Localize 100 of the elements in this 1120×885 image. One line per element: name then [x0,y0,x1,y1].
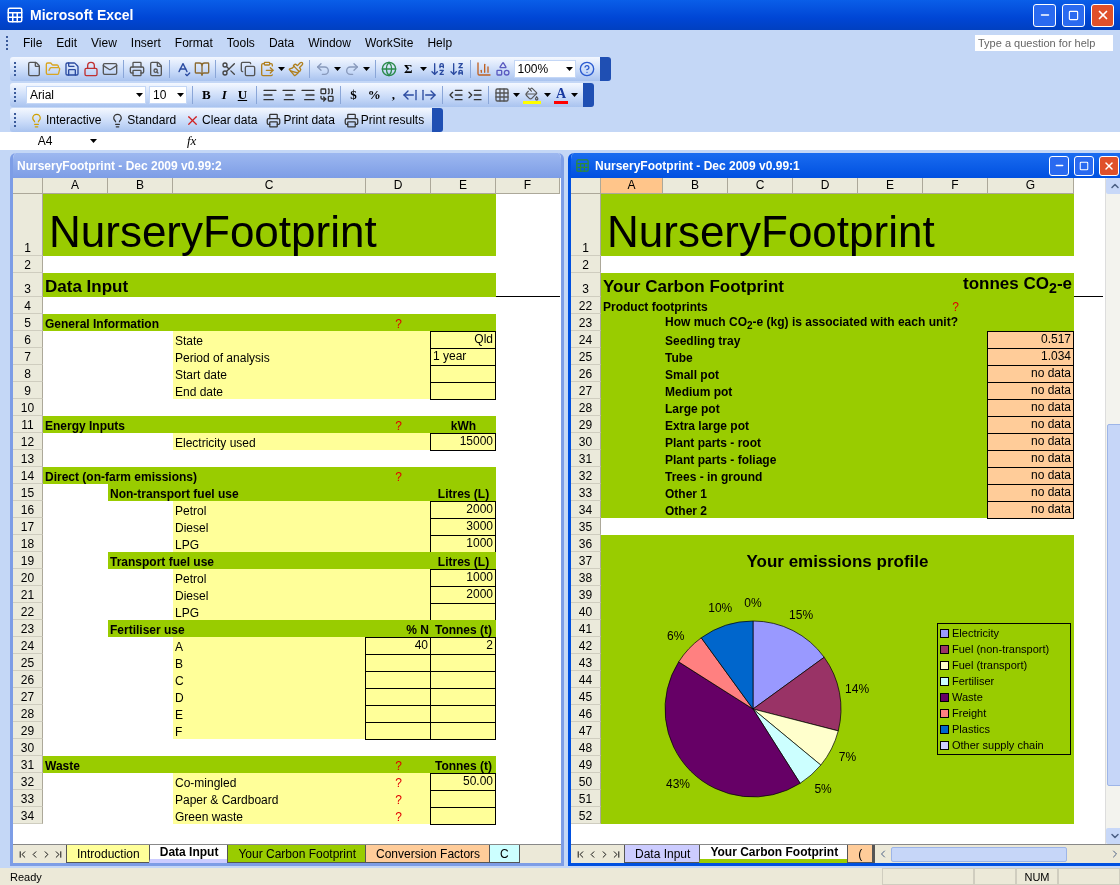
spelling-icon[interactable] [175,61,191,77]
help-icon[interactable] [578,61,595,77]
caret-icon[interactable] [90,139,97,143]
shapes-icon[interactable] [494,61,511,77]
maximize-button[interactable] [1074,155,1094,176]
row-number[interactable]: 7 [13,348,43,365]
menu-item[interactable]: File [17,34,49,52]
font-size-field[interactable]: 10 [149,86,187,104]
input-cell[interactable] [430,654,496,672]
input-cell[interactable]: 2 [430,637,496,655]
underline-button[interactable]: U [233,87,252,103]
input-cell[interactable]: 1000 [430,569,496,587]
row-number[interactable]: 34 [13,807,43,824]
row-number[interactable]: 22 [571,297,601,314]
row-number[interactable]: 33 [571,484,601,501]
percent-button[interactable]: % [363,87,385,103]
indent-increase-icon[interactable] [466,87,483,103]
row-number[interactable]: 48 [571,739,601,756]
input-cell[interactable] [430,722,496,740]
column-header[interactable]: C [173,178,366,194]
scrollbar-thumb[interactable] [891,846,1067,862]
row-number[interactable]: 24 [13,637,43,654]
globe-icon[interactable] [381,61,397,77]
book-icon[interactable] [194,61,210,77]
menu-item[interactable]: Data [262,34,301,52]
row-number[interactable]: 42 [571,637,601,654]
input-cell[interactable]: no data [987,399,1074,417]
row-number[interactable]: 38 [571,569,601,586]
function-button[interactable]: fx [187,133,197,149]
row-number[interactable]: 13 [13,450,43,467]
cut-icon[interactable] [221,61,237,77]
sheet-tab[interactable]: Introduction [66,845,151,863]
row-number[interactable]: 31 [571,450,601,467]
row-number[interactable]: 15 [13,484,43,501]
fill-color-button[interactable] [522,86,541,104]
menu-item[interactable]: Edit [50,34,84,52]
row-number[interactable]: 4 [13,297,43,314]
row-number[interactable]: 2 [571,256,601,273]
increase-decimal-icon[interactable] [401,87,418,103]
toolbar-grip[interactable] [14,62,19,76]
toolbar-options-button[interactable] [599,57,611,81]
input-cell[interactable]: no data [987,450,1074,468]
row-number[interactable]: 28 [571,399,601,416]
sheet-tab[interactable]: Data Input [624,845,702,863]
toolbar-button[interactable]: Clear data [182,112,261,128]
scroll-up-button[interactable] [1106,178,1120,194]
toolbar-grip[interactable] [14,88,19,102]
lock-icon[interactable] [83,61,99,77]
caret-icon[interactable] [419,67,427,71]
sheet-tab[interactable]: Your Carbon Footprint [227,845,368,863]
caret-icon[interactable] [136,93,143,97]
sheet-tab[interactable]: Conversion Factors [365,845,492,863]
sort-ascending-icon[interactable] [429,61,446,77]
print-icon[interactable] [129,61,145,77]
currency-button[interactable]: $ [346,87,361,103]
menu-item[interactable]: Insert [124,34,167,52]
input-cell[interactable]: 50.00 [430,773,496,791]
row-number[interactable]: 19 [13,552,43,569]
row-number[interactable]: 25 [571,348,601,365]
input-cell[interactable]: no data [987,365,1074,383]
row-number[interactable]: 23 [571,314,601,331]
row-number[interactable]: 8 [13,365,43,382]
name-box[interactable]: A4 [0,134,90,148]
copy-icon[interactable] [240,61,256,77]
row-number[interactable]: 29 [571,416,601,433]
row-number[interactable]: 30 [13,739,43,756]
column-header[interactable]: F [923,178,988,194]
input-cell[interactable]: no data [987,484,1074,502]
menu-item[interactable]: Help [421,34,459,52]
align-center-icon[interactable] [281,87,298,103]
scroll-down-button[interactable] [1106,828,1120,844]
row-number[interactable]: 21 [13,586,43,603]
toolbar-button[interactable]: Interactive [26,112,105,128]
row-number[interactable]: 34 [571,501,601,518]
row-number[interactable]: 26 [13,671,43,688]
column-header[interactable]: E [431,178,496,194]
row-number[interactable]: 33 [13,790,43,807]
caret-icon[interactable] [571,93,578,97]
merge-cells-icon[interactable] [319,87,336,103]
menu-item[interactable]: Window [302,34,357,52]
input-cell[interactable]: no data [987,416,1074,434]
row-number[interactable]: 39 [571,586,601,603]
input-cell[interactable] [365,654,431,672]
italic-button[interactable]: I [217,87,231,103]
sum-button[interactable]: Σ [400,61,417,77]
align-left-icon[interactable] [262,87,279,103]
row-number[interactable]: 20 [13,569,43,586]
toolbar-button[interactable]: Print data [263,112,338,128]
column-header[interactable]: A [601,178,663,194]
column-header[interactable]: D [366,178,431,194]
input-cell[interactable]: no data [987,501,1074,519]
row-number[interactable]: 43 [571,654,601,671]
input-cell[interactable] [430,671,496,689]
sheet-tab[interactable]: Data Input [148,845,230,863]
horizontal-scrollbar[interactable] [873,845,1120,863]
row-number[interactable]: 10 [13,399,43,416]
row-number[interactable]: 27 [571,382,601,399]
zoom-field[interactable]: 100% [513,60,576,78]
menu-item[interactable]: Tools [220,34,261,52]
row-number[interactable]: 44 [571,671,601,688]
